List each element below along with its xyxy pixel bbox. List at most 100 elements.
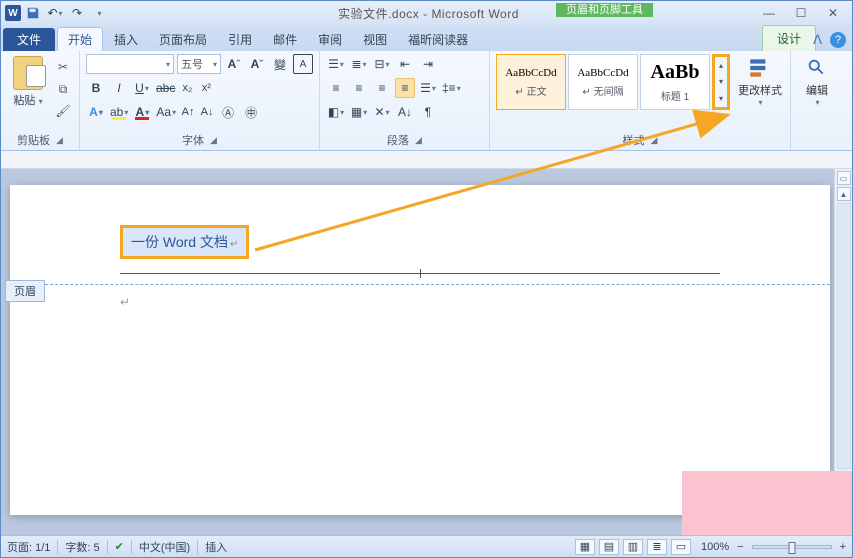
bullets-icon[interactable]: ☰▾ [326,54,346,74]
borders-icon[interactable]: ▦▾ [349,102,369,122]
view-web-icon[interactable]: ▥ [623,539,643,555]
underline-button[interactable]: U▾ [132,78,152,98]
horizontal-ruler[interactable] [1,151,852,169]
zoom-slider[interactable] [752,545,832,549]
status-page[interactable]: 页面: 1/1 [7,539,50,555]
tab-references[interactable]: 引用 [218,27,262,51]
tab-layout[interactable]: 页面布局 [149,27,217,51]
asian-layout-icon[interactable]: ✕▾ [372,102,392,122]
ruler-toggle-icon[interactable]: ▭ [837,171,851,185]
font-name-combo[interactable]: ▾ [86,54,174,74]
copy-icon[interactable]: ⧉ [53,80,73,98]
paste-button[interactable]: 粘贴 ▾ [13,92,42,108]
text-effects-icon[interactable]: A▾ [86,102,106,122]
header-area[interactable]: 一份 Word 文档↵ [10,185,830,285]
save-icon[interactable] [23,3,43,23]
status-language[interactable]: 中文(中国) [139,539,190,555]
tab-foxit[interactable]: 福昕阅读器 [398,27,478,51]
header-separator [120,273,720,274]
shrink-font-icon[interactable]: Aˇ [247,54,267,74]
proofing-icon[interactable]: ✔ [115,540,124,553]
undo-icon[interactable]: ↶▾ [45,3,65,23]
style-no-spacing[interactable]: AaBbCcDd ↵ 无间隔 [568,54,638,110]
ribbon: 粘贴 ▾ ✂ ⧉ 🖌 剪贴板◢ ▾ 五号▾ Aˆ Aˇ [1,51,852,151]
style-heading1[interactable]: AaBb 标题 1 [640,54,710,110]
font-launcher[interactable]: ◢ [210,135,217,146]
font-size-combo[interactable]: 五号▾ [177,54,221,74]
group-styles: AaBbCcDd ↵ 正文 AaBbCcDd ↵ 无间隔 AaBb 标题 1 ▴… [490,51,791,150]
view-print-layout-icon[interactable]: ▦ [575,539,595,555]
tab-review[interactable]: 审阅 [308,27,352,51]
status-words[interactable]: 字数: 5 [65,539,99,555]
header-label-tab[interactable]: 页眉 [5,280,45,302]
char-border-icon[interactable]: A [293,54,313,74]
grow-font2-icon[interactable]: A↑ [180,102,196,122]
minimize-button[interactable]: ― [754,4,784,22]
change-case-icon[interactable]: Aa▾ [155,102,177,122]
clipboard-launcher[interactable]: ◢ [56,135,63,146]
styles-gallery-expand[interactable]: ▴▾▾ [712,54,730,110]
zoom-level[interactable]: 100% [701,541,729,553]
distribute-icon[interactable]: ☰▾ [418,78,438,98]
change-styles-button[interactable]: 更改样式 ▾ [736,54,784,107]
tab-view[interactable]: 视图 [353,27,397,51]
bold-button[interactable]: B [86,78,106,98]
tab-insert[interactable]: 插入 [104,27,148,51]
tab-mail[interactable]: 邮件 [263,27,307,51]
enclosed-char-icon[interactable]: ㊥ [241,102,261,122]
maximize-button[interactable]: ☐ [786,4,816,22]
zoom-in-button[interactable]: + [840,541,846,553]
format-painter-icon[interactable]: 🖌 [53,102,73,120]
context-tool-label: 页眉和页脚工具 [556,2,653,18]
scroll-up-icon[interactable]: ▲ [837,187,851,201]
page[interactable]: 一份 Word 文档↵ 页眉 ↵ [10,185,830,515]
align-left-icon[interactable]: ≡ [326,78,346,98]
group-paragraph-label: 段落 [387,132,409,148]
header-text[interactable]: 一份 Word 文档↵ [131,234,238,250]
increase-indent-icon[interactable]: ⇥ [418,54,438,74]
ribbon-minimize-icon[interactable]: ᐱ [813,32,822,48]
sort-icon[interactable]: A↓ [395,102,415,122]
shrink-font2-icon[interactable]: A↓ [199,102,215,122]
superscript-button[interactable]: x² [198,78,214,98]
show-marks-icon[interactable]: ¶ [418,102,438,122]
grow-font-icon[interactable]: Aˆ [224,54,244,74]
strike-button[interactable]: abc [155,78,176,98]
tab-file[interactable]: 文件 [3,28,55,51]
style-normal[interactable]: AaBbCcDd ↵ 正文 [496,54,566,110]
styles-launcher[interactable]: ◢ [651,135,658,146]
close-button[interactable]: ✕ [818,4,848,22]
font-color-icon[interactable]: A▾ [132,102,152,122]
align-right-icon[interactable]: ≡ [372,78,392,98]
redo-icon[interactable]: ↷ [67,3,87,23]
italic-button[interactable]: I [109,78,129,98]
justify-icon[interactable]: ≡ [395,78,415,98]
subscript-button[interactable]: x₂ [179,78,195,98]
multilevel-icon[interactable]: ⊟▾ [372,54,392,74]
view-draft-icon[interactable]: ▭ [671,539,691,555]
shading-icon[interactable]: ◧▾ [326,102,346,122]
align-center-icon[interactable]: ≡ [349,78,369,98]
pinyin-guide-icon[interactable]: 變 [270,54,290,74]
view-fullscreen-icon[interactable]: ▤ [599,539,619,555]
find-icon[interactable] [805,56,829,80]
header-text-highlight: 一份 Word 文档↵ [120,225,249,259]
tab-design[interactable]: 设计 [762,25,816,51]
group-styles-label: 样式 [623,132,645,148]
status-mode[interactable]: 插入 [205,539,227,555]
decrease-indent-icon[interactable]: ⇤ [395,54,415,74]
paste-icon[interactable] [13,56,43,90]
zoom-out-button[interactable]: − [737,541,743,553]
highlight-icon[interactable]: ab▾ [109,102,129,122]
line-spacing-icon[interactable]: ‡≡▾ [441,78,462,98]
qat-more-icon[interactable]: ▾ [89,3,109,23]
tab-home[interactable]: 开始 [57,27,103,51]
clear-format-icon[interactable]: Ⓐ [218,102,238,122]
paragraph-launcher[interactable]: ◢ [415,135,422,146]
status-bar: 页面: 1/1 字数: 5 ✔ 中文(中国) 插入 ▦ ▤ ▥ ≣ ▭ 100%… [1,535,852,557]
body-text[interactable]: ↵ [10,285,830,319]
cut-icon[interactable]: ✂ [53,58,73,76]
view-outline-icon[interactable]: ≣ [647,539,667,555]
help-icon[interactable]: ? [830,32,846,48]
numbering-icon[interactable]: ≣▾ [349,54,369,74]
